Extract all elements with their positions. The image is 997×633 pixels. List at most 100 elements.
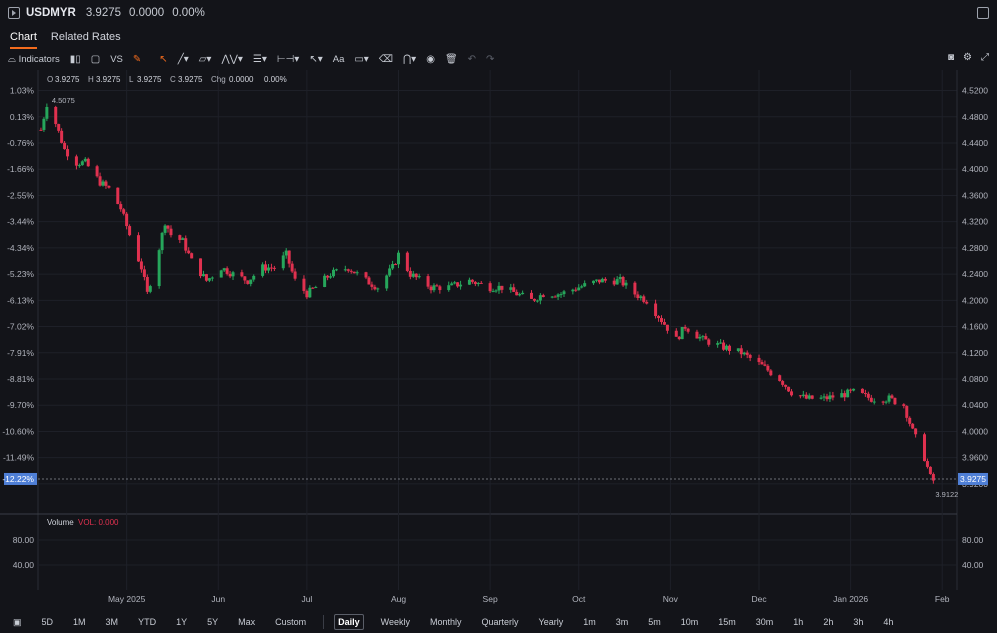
- settings-icon[interactable]: ⚙: [963, 52, 972, 63]
- comment-icon: ▭▾: [354, 53, 369, 65]
- candle-body: [231, 272, 235, 277]
- interval-button-4h[interactable]: 4h: [880, 615, 896, 629]
- range-button-1y[interactable]: 1Y: [173, 615, 190, 629]
- legend-key: L: [129, 75, 134, 84]
- interval-button-quarterly[interactable]: Quarterly: [479, 615, 522, 629]
- candle-body: [760, 362, 764, 365]
- candle-body: [556, 294, 560, 297]
- camera-icon[interactable]: ◙: [948, 52, 954, 63]
- candle-body: [311, 287, 315, 289]
- range-button-3m[interactable]: 3M: [103, 615, 122, 629]
- undo-button[interactable]: ↶: [468, 54, 476, 65]
- pattern-button[interactable]: ⋀⋁▾: [221, 54, 242, 65]
- candle-body: [116, 187, 120, 205]
- candle-body: [290, 263, 294, 272]
- candle-body: [577, 287, 581, 291]
- chart-type-button[interactable]: ▮▯: [70, 54, 81, 65]
- range-button-5d[interactable]: 5D: [39, 615, 57, 629]
- interval-button-daily[interactable]: Daily: [334, 614, 364, 630]
- interval-button-30m[interactable]: 30m: [753, 615, 777, 629]
- symbol-box-button[interactable]: ▢: [91, 54, 100, 65]
- candle-body: [54, 106, 58, 125]
- interval-button-10m[interactable]: 10m: [678, 615, 702, 629]
- symbol-name: USDMYR: [26, 7, 76, 19]
- legend-key: H: [88, 75, 94, 84]
- candle-body: [594, 279, 598, 281]
- measure-button[interactable]: ⊢⊣▾: [277, 54, 299, 65]
- candle-body: [148, 286, 152, 292]
- range-button-ytd[interactable]: YTD: [135, 615, 159, 629]
- magnet-button[interactable]: ⋂▾: [403, 54, 416, 65]
- expand-icon[interactable]: [977, 7, 989, 19]
- trendline-button[interactable]: ╱▾: [178, 54, 189, 65]
- candle-body: [63, 142, 67, 150]
- candle-body: [884, 401, 888, 403]
- candle-body: [810, 395, 814, 399]
- pct-tick-label: -5.23%: [7, 269, 34, 279]
- cursor-button[interactable]: ↖: [159, 54, 167, 65]
- tab-chart[interactable]: Chart: [10, 26, 37, 49]
- fullscreen-icon[interactable]: ⤢: [981, 52, 989, 63]
- arrow-button[interactable]: ↖▾: [309, 54, 322, 65]
- price-chart[interactable]: 1.03% 0.13% -0.76% -1.66% -2.55% -3.44% -4.34%…: [0, 70, 997, 608]
- candle-body: [142, 269, 146, 277]
- visibility-button[interactable]: ◉: [426, 54, 435, 65]
- chart-area[interactable]: 1.03% 0.13% -0.76% -1.66% -2.55% -3.44% -4.34%…: [0, 70, 997, 608]
- pct-tick-label: -4.34%: [7, 243, 34, 253]
- candle-body: [872, 401, 876, 403]
- shape-button[interactable]: ▱▾: [199, 54, 212, 65]
- square-icon: ▢: [90, 53, 101, 65]
- candle-body: [249, 279, 253, 284]
- draw-toggle-button[interactable]: ✎: [133, 54, 141, 65]
- range-button-5y[interactable]: 5Y: [204, 615, 221, 629]
- interval-button-2h[interactable]: 2h: [820, 615, 836, 629]
- candle-body: [119, 204, 123, 210]
- candle-body: [373, 286, 377, 290]
- indicators-button[interactable]: ⌓ Indicators: [8, 54, 60, 65]
- eraser-button[interactable]: ⌫: [379, 54, 393, 65]
- candle-body: [308, 287, 312, 298]
- range-button-1m[interactable]: 1M: [70, 615, 89, 629]
- compare-button[interactable]: VS: [110, 54, 123, 65]
- text-tool-button[interactable]: Aa: [333, 54, 345, 65]
- range-button-custom[interactable]: Custom: [272, 615, 309, 629]
- chart-toolbar: ⌓ Indicators ▮▯ ▢ VS ✎ ↖ ╱▾ ▱▾ ⋀⋁▾ ☰▾ ⊢⊣…: [0, 49, 997, 69]
- interval-button-3h[interactable]: 3h: [850, 615, 866, 629]
- tab-related-rates[interactable]: Related Rates: [51, 26, 121, 47]
- interval-button-yearly[interactable]: Yearly: [536, 615, 567, 629]
- candle-body: [778, 375, 782, 382]
- range-button-max[interactable]: Max: [235, 615, 258, 629]
- candle-body: [426, 276, 430, 287]
- redo-button[interactable]: ↷: [486, 54, 494, 65]
- calendar-icon[interactable]: ▣: [10, 615, 25, 630]
- candle-body: [840, 393, 844, 398]
- candle-body: [243, 276, 247, 281]
- interval-button-1h[interactable]: 1h: [790, 615, 806, 629]
- interval-button-5m[interactable]: 5m: [645, 615, 664, 629]
- interval-button-3m[interactable]: 3m: [613, 615, 632, 629]
- candle-body: [905, 406, 909, 418]
- candle-body: [136, 235, 140, 262]
- candle-body: [624, 282, 628, 286]
- fib-button[interactable]: ☰▾: [253, 54, 267, 65]
- interval-button-monthly[interactable]: Monthly: [427, 615, 465, 629]
- volume-tick-left: 80.00: [13, 535, 35, 545]
- delete-button[interactable]: 🗑: [445, 54, 458, 65]
- interval-button-weekly[interactable]: Weekly: [378, 615, 413, 629]
- candle-body: [769, 370, 773, 376]
- candle-body: [822, 396, 826, 398]
- interval-button-1m[interactable]: 1m: [580, 615, 599, 629]
- candle-body: [391, 264, 395, 269]
- candle-body: [222, 268, 226, 271]
- candle-body: [204, 274, 208, 281]
- candle-body: [95, 166, 99, 177]
- candle-body: [272, 267, 276, 269]
- pct-tick-label: 0.13%: [10, 112, 35, 122]
- redo-icon: ↷: [486, 53, 495, 65]
- candle-body: [583, 283, 587, 287]
- symbol-icon[interactable]: [8, 7, 20, 19]
- y-tick-label: 4.0000: [962, 426, 988, 436]
- candle-body: [603, 278, 607, 281]
- annotation-button[interactable]: ▭▾: [354, 54, 368, 65]
- interval-button-15m[interactable]: 15m: [715, 615, 739, 629]
